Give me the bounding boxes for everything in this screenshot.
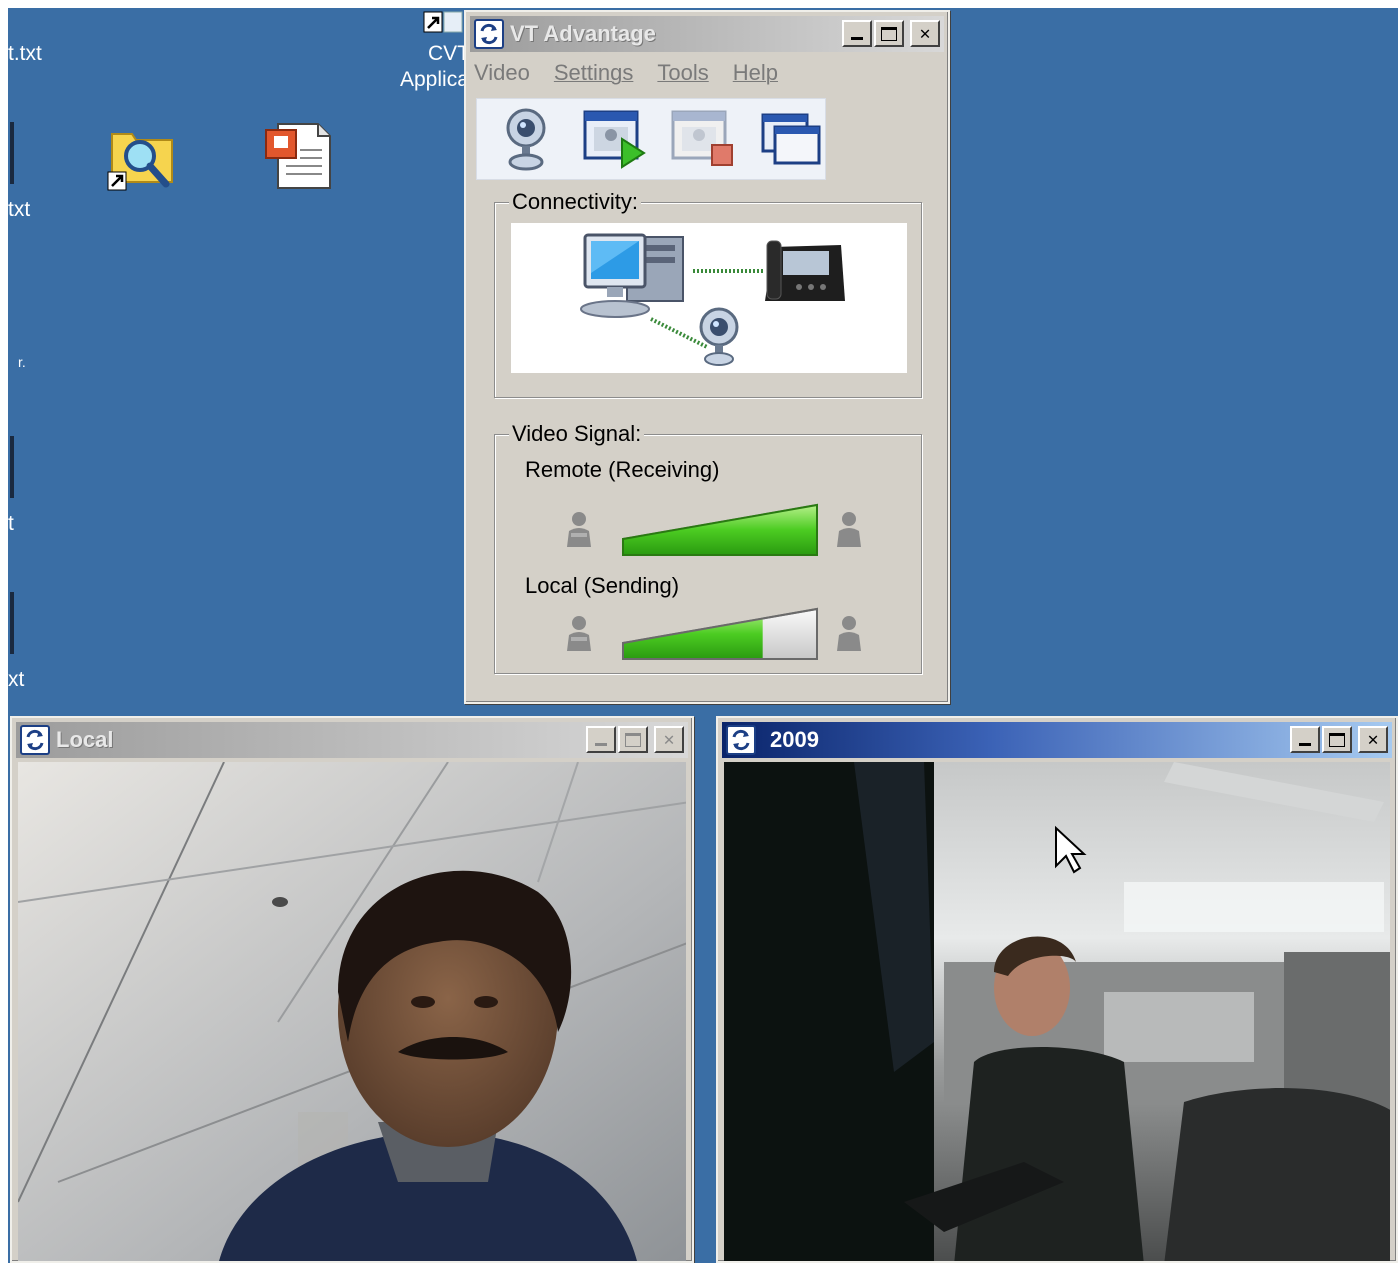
receiver-person-icon (837, 616, 861, 651)
receiver-person-icon (837, 512, 861, 547)
vt-title: VT Advantage (510, 21, 656, 46)
close-icon: ✕ (663, 728, 675, 750)
minimize-icon (1299, 743, 1311, 746)
cvt-label-line2[interactable]: Applica (400, 68, 469, 92)
local-signal-row (565, 603, 865, 663)
connectivity-group: Connectivity: (494, 189, 922, 398)
camera-button[interactable] (493, 104, 560, 174)
close-icon: ✕ (919, 22, 931, 44)
remote-app-icon[interactable] (726, 725, 756, 755)
maximize-icon (881, 27, 897, 41)
menu-settings[interactable]: Settings (554, 60, 634, 86)
camera-icon (506, 108, 546, 171)
maximize-button[interactable] (874, 20, 904, 47)
local-video-feed (18, 762, 686, 1261)
local-signal-bar (622, 607, 818, 660)
desktop-file-label[interactable]: txt (8, 198, 30, 222)
remote-signal-label: Remote (Receiving) (525, 457, 720, 482)
sender-person-icon (567, 616, 591, 651)
vt-app-icon[interactable] (474, 19, 504, 49)
presentation-file-icon[interactable] (264, 120, 336, 192)
vt-titlebar[interactable]: VT Advantage ✕ (470, 16, 944, 52)
menu-tools[interactable]: Tools (657, 60, 708, 86)
remote-titlebar[interactable]: 2009 ✕ (722, 722, 1392, 758)
toolbar (476, 98, 826, 180)
local-app-icon[interactable] (20, 725, 50, 755)
minimize-button[interactable] (842, 20, 872, 47)
start-video-icon (583, 110, 646, 169)
webcam-icon (699, 307, 739, 366)
cvt-shortcut-icon[interactable] (422, 10, 466, 36)
desktop-icon-edge (10, 436, 14, 498)
stop-video-icon (671, 110, 734, 166)
close-button[interactable]: ✕ (654, 726, 684, 753)
menu-video[interactable]: Video (474, 60, 530, 86)
minimize-icon (595, 743, 607, 746)
maximize-button[interactable] (618, 726, 648, 753)
close-button[interactable]: ✕ (1358, 726, 1388, 753)
menubar: Video Settings Tools Help (474, 56, 778, 90)
stop-video-button[interactable] (670, 104, 737, 174)
local-video-window[interactable]: Local ✕ (10, 716, 694, 1263)
desktop-file-label[interactable]: t (8, 512, 14, 536)
local-signal-label: Local (Sending) (525, 573, 680, 598)
minimize-button[interactable] (586, 726, 616, 753)
maximize-icon (1329, 733, 1345, 747)
menu-help[interactable]: Help (733, 60, 778, 86)
remote-signal-row (565, 499, 865, 559)
vt-advantage-window[interactable]: VT Advantage ✕ Video Settings Tools Help (464, 10, 950, 704)
sender-person-icon (567, 512, 591, 547)
remote-title: 2009 (770, 727, 819, 752)
start-video-button[interactable] (582, 104, 649, 174)
ip-phone-icon (765, 240, 845, 301)
maximize-button[interactable] (1322, 726, 1352, 753)
search-shortcut-icon[interactable] (106, 120, 178, 192)
desktop-icon-edge (10, 592, 14, 654)
local-titlebar[interactable]: Local ✕ (16, 722, 688, 758)
desktop-icon-edge (10, 122, 14, 184)
minimize-button[interactable] (1290, 726, 1320, 753)
remote-video-window[interactable]: 2009 ✕ (716, 716, 1398, 1263)
video-signal-group: Video Signal: Remote (Receiving) Local (… (494, 421, 922, 674)
remote-signal-bar (622, 503, 818, 556)
connectivity-diagram (511, 223, 907, 373)
close-icon: ✕ (1367, 728, 1379, 750)
maximize-icon (625, 733, 641, 747)
screen-edge (0, 0, 8, 1263)
desktop-file-label[interactable]: xt (8, 668, 24, 692)
remote-video-feed (724, 762, 1390, 1261)
video-signal-label: Video Signal: (509, 421, 645, 447)
switch-windows-button[interactable] (759, 104, 826, 174)
minimize-icon (851, 37, 863, 40)
computer-icon (580, 233, 684, 318)
desktop-file-label[interactable]: r. (18, 354, 26, 370)
switch-windows-icon (761, 113, 821, 165)
close-button[interactable]: ✕ (910, 20, 940, 47)
connectivity-label: Connectivity: (509, 189, 641, 215)
desktop-file-label[interactable]: t.txt (8, 42, 42, 66)
local-title: Local (56, 727, 114, 752)
